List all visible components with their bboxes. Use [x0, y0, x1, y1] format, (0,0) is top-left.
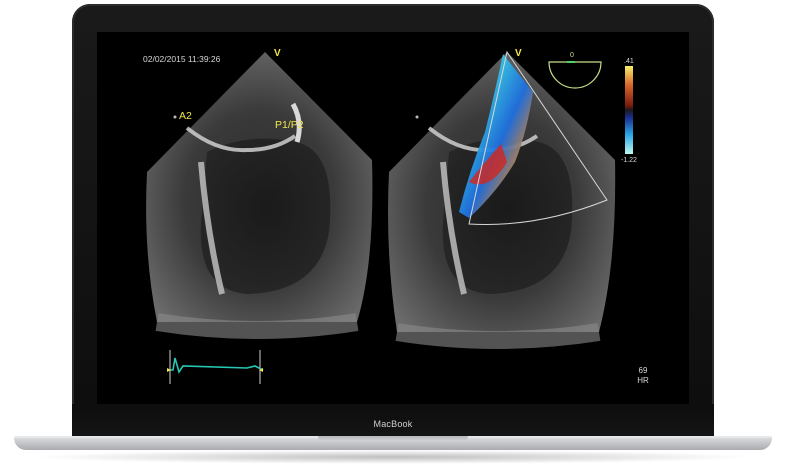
left-ultrasound-image: [146, 52, 373, 339]
marker-dot: [173, 115, 177, 119]
color-scale-bottom: -1.22: [621, 157, 637, 164]
study-timestamp: 02/02/2015 11:39:26: [143, 54, 221, 64]
label-p1p2: P1/P2: [275, 119, 304, 131]
right-orientation-marker: V: [515, 48, 522, 59]
probe-angle-indicator: [548, 61, 602, 89]
ecg-strip: [167, 350, 264, 384]
marker-dot: [415, 115, 419, 119]
label-a2: A2: [179, 110, 192, 122]
heart-rate-label: HR: [637, 376, 649, 385]
laptop-shadow: [30, 450, 756, 464]
echo-viewer: [146, 50, 633, 384]
laptop-brand-label: MacBook: [373, 419, 413, 429]
laptop-screen: 02/02/2015 11:39:26 V A2 P1/P2 V 0 .41 -…: [97, 32, 689, 404]
color-scale-bar: [625, 66, 633, 154]
right-ultrasound-image: [388, 50, 616, 349]
heart-rate-value: 69: [638, 366, 648, 375]
left-orientation-marker: V: [274, 48, 281, 59]
laptop-notch: [318, 436, 468, 441]
color-scale-top: .41: [624, 58, 634, 65]
probe-angle-value: 0: [570, 52, 574, 59]
